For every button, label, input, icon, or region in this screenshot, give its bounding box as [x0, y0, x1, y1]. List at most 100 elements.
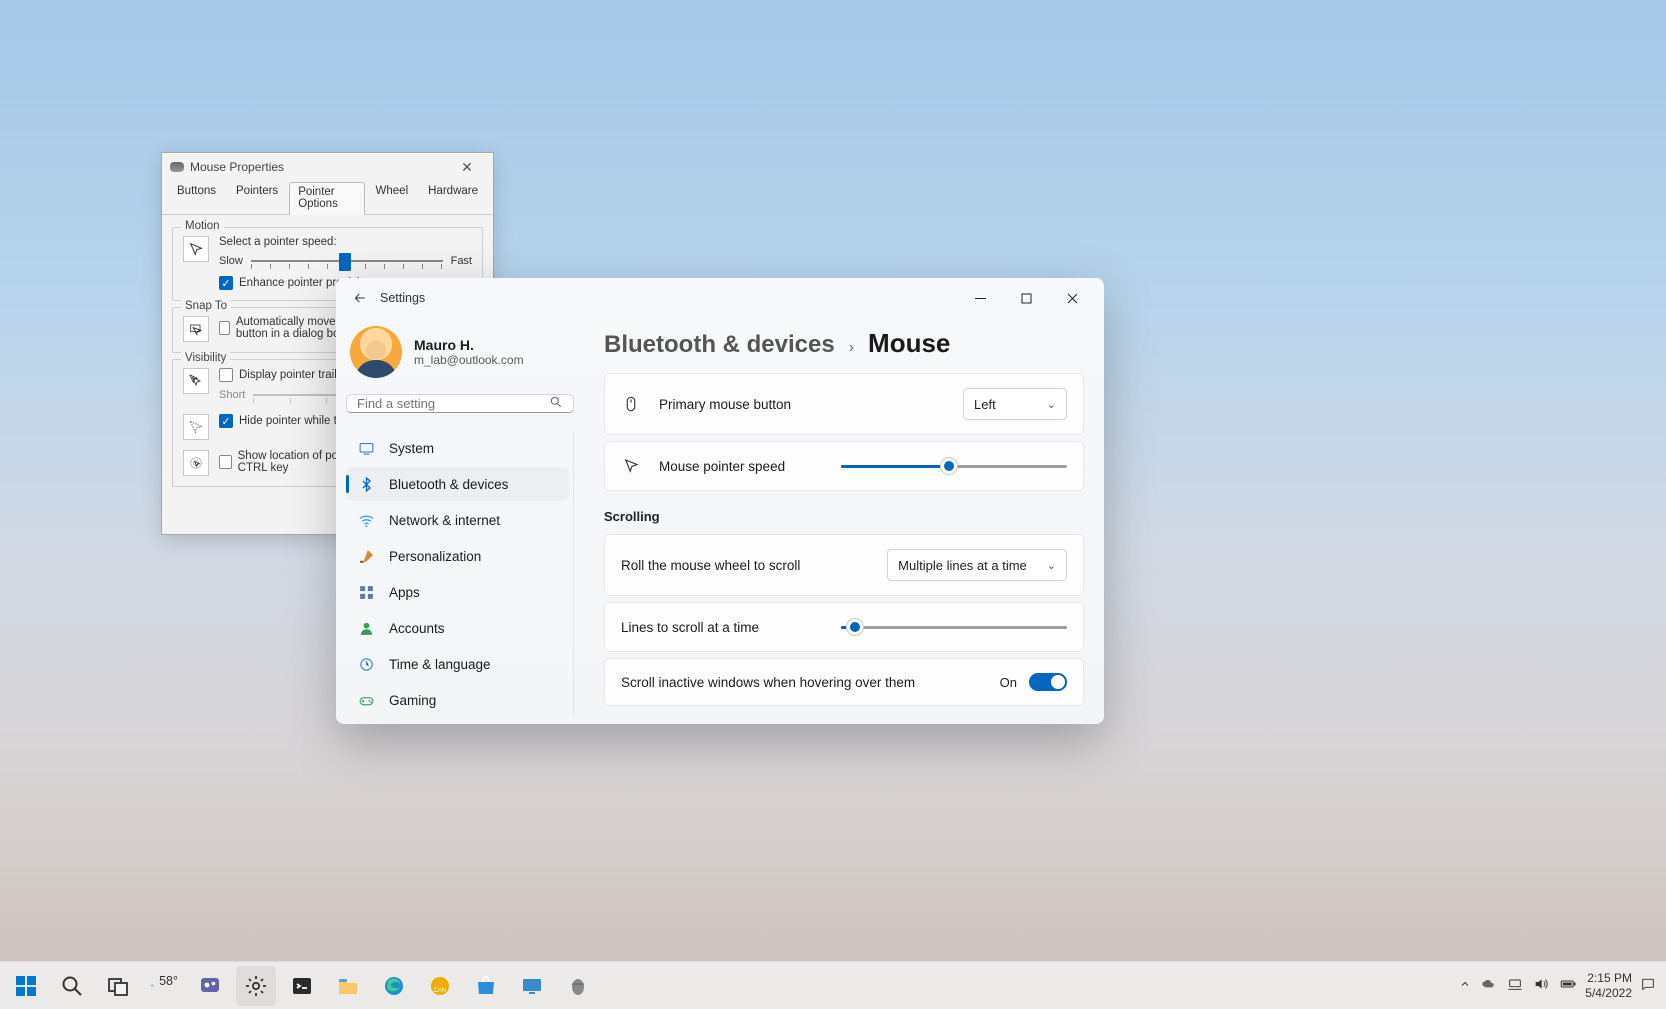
settings-main: Bluetooth & devices › Mouse Primary mous…: [584, 318, 1104, 724]
volume-icon[interactable]: [1533, 976, 1549, 995]
settings-titlebar[interactable]: Settings: [336, 278, 1104, 318]
nav-gaming[interactable]: Gaming: [346, 683, 569, 717]
tab-wheel[interactable]: Wheel: [367, 181, 418, 214]
notifications-icon[interactable]: [1640, 976, 1656, 995]
group-motion-title: Motion: [181, 220, 224, 232]
edge-canary-button[interactable]: CAN: [420, 966, 460, 1006]
brush-icon: [358, 548, 375, 565]
primary-button-dropdown[interactable]: Left ⌄: [963, 388, 1067, 420]
search-icon: [549, 395, 563, 412]
minimize-button[interactable]: [964, 284, 996, 312]
pointer-speed-label: Mouse pointer speed: [659, 459, 823, 474]
chevron-right-icon: ›: [849, 339, 854, 357]
breadcrumb-current: Mouse: [868, 328, 950, 359]
speed-slow-label: Slow: [219, 255, 243, 267]
tab-buttons[interactable]: Buttons: [168, 181, 225, 214]
lines-scroll-label: Lines to scroll at a time: [621, 620, 823, 635]
network-tray-icon[interactable]: [1507, 976, 1523, 995]
search-input[interactable]: [357, 396, 549, 411]
settings-sidebar: Mauro H. m_lab@outlook.com System Blueto…: [336, 318, 584, 724]
maximize-button[interactable]: [1010, 284, 1042, 312]
chevron-down-icon: ⌄: [1047, 559, 1056, 572]
apps-icon: [358, 584, 375, 601]
pointer-trails-icon: [183, 368, 209, 394]
search-field[interactable]: [346, 394, 574, 413]
user-profile[interactable]: Mauro H. m_lab@outlook.com: [350, 326, 570, 378]
edge-button[interactable]: [374, 966, 414, 1006]
onedrive-icon[interactable]: [1481, 976, 1497, 995]
ctrl-locate-icon: [183, 450, 209, 476]
chevron-down-icon: ⌄: [1047, 398, 1056, 411]
toggle-state-label: On: [1000, 675, 1017, 690]
mouse-properties-title: Mouse Properties: [190, 160, 284, 174]
pointer-speed-slider[interactable]: [251, 252, 443, 270]
tab-hardware[interactable]: Hardware: [419, 181, 487, 214]
mouse-app-button[interactable]: [558, 966, 598, 1006]
pointer-speed-label: Select a pointer speed:: [219, 236, 472, 248]
mouse-icon: [170, 162, 184, 172]
nav-bluetooth-devices[interactable]: Bluetooth & devices: [346, 467, 569, 501]
terminal-button[interactable]: [282, 966, 322, 1006]
card-pointer-speed: Mouse pointer speed: [604, 441, 1084, 491]
bluetooth-icon: [358, 476, 375, 493]
clock[interactable]: 2:15 PM 5/4/2022: [1585, 971, 1632, 1000]
start-button[interactable]: [6, 966, 46, 1006]
person-icon: [358, 620, 375, 637]
breadcrumb-parent[interactable]: Bluetooth & devices: [604, 331, 835, 359]
nav-network[interactable]: Network & internet: [346, 503, 569, 537]
settings-title: Settings: [380, 291, 425, 305]
cursor-icon: [621, 456, 641, 476]
roll-wheel-dropdown[interactable]: Multiple lines at a time ⌄: [887, 549, 1067, 581]
card-roll-wheel: Roll the mouse wheel to scroll Multiple …: [604, 534, 1084, 596]
nav-accounts[interactable]: Accounts: [346, 611, 569, 645]
close-button[interactable]: ✕: [449, 155, 485, 179]
avatar: [350, 326, 402, 378]
tab-pointer-options[interactable]: Pointer Options: [289, 182, 364, 215]
pc-info-button[interactable]: [512, 966, 552, 1006]
battery-icon[interactable]: [1559, 975, 1577, 996]
user-email: m_lab@outlook.com: [414, 353, 524, 367]
pointer-speed-icon: [183, 236, 209, 262]
nav-personalization[interactable]: Personalization: [346, 539, 569, 573]
nav-apps[interactable]: Apps: [346, 575, 569, 609]
explorer-button[interactable]: [328, 966, 368, 1006]
store-button[interactable]: [466, 966, 506, 1006]
nav-system[interactable]: System: [346, 431, 569, 465]
card-scroll-inactive: Scroll inactive windows when hovering ov…: [604, 658, 1084, 706]
lines-scroll-slider[interactable]: [841, 617, 1067, 637]
settings-nav: System Bluetooth & devices Network & int…: [346, 431, 574, 717]
teams-button[interactable]: [190, 966, 230, 1006]
weather-widget[interactable]: 58°: [144, 966, 184, 1006]
wifi-icon: [358, 512, 375, 529]
mouse-icon: [621, 394, 641, 414]
tab-pointers[interactable]: Pointers: [227, 181, 287, 214]
primary-button-label: Primary mouse button: [659, 397, 945, 412]
hide-typing-icon: [183, 414, 209, 440]
settings-window: Settings Mauro H. m_lab@outlook.com: [336, 278, 1104, 724]
group-snap-title: Snap To: [181, 300, 231, 312]
taskbar: 58° CAN 2:15 PM 5/4/2022: [0, 961, 1666, 1009]
settings-button[interactable]: [236, 966, 276, 1006]
card-primary-button: Primary mouse button Left ⌄: [604, 373, 1084, 435]
speed-fast-label: Fast: [451, 255, 472, 267]
trails-short-label: Short: [219, 389, 245, 401]
nav-time-language[interactable]: Time & language: [346, 647, 569, 681]
group-visibility-title: Visibility: [181, 352, 230, 364]
system-icon: [358, 440, 375, 457]
mouse-properties-tabs: Buttons Pointers Pointer Options Wheel H…: [162, 181, 493, 215]
card-lines-scroll: Lines to scroll at a time: [604, 602, 1084, 652]
mouse-properties-titlebar[interactable]: Mouse Properties ✕: [162, 153, 493, 181]
close-button[interactable]: [1056, 284, 1088, 312]
globe-clock-icon: [358, 656, 375, 673]
search-button[interactable]: [52, 966, 92, 1006]
task-view-button[interactable]: [98, 966, 138, 1006]
gamepad-icon: [358, 692, 375, 709]
scroll-inactive-toggle[interactable]: [1029, 673, 1067, 691]
svg-text:CAN: CAN: [434, 988, 447, 994]
snap-to-icon: [183, 316, 209, 342]
back-button[interactable]: [346, 284, 374, 312]
roll-wheel-label: Roll the mouse wheel to scroll: [621, 558, 869, 573]
tray-chevron-icon[interactable]: [1459, 978, 1471, 993]
pointer-speed-slider[interactable]: [841, 456, 1067, 476]
breadcrumb: Bluetooth & devices › Mouse: [604, 328, 1084, 359]
